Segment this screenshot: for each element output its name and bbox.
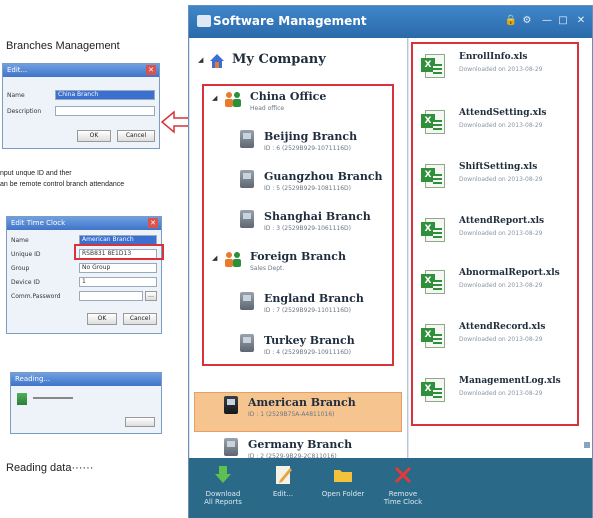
device-id-field[interactable]: 1 [79,277,157,287]
name-field[interactable]: China Branch [55,90,155,100]
tree-group-highlight [202,84,394,366]
group-label: Group [11,265,30,272]
cancel-button[interactable]: Cancel [117,130,155,142]
branch-name: American Branch [248,396,356,409]
open-folder-button[interactable]: Open Folder [313,464,373,498]
time-clock-title: Edit Time Clock [11,219,66,227]
reading-data-text: Reading data······ [6,462,94,474]
download-label-2: All Reports [204,498,242,506]
file-list-highlight [411,42,579,426]
description-label: Description [7,108,42,115]
time-clock-titlebar[interactable]: Edit Time Clock ✕ [7,217,161,230]
remove-time-clock-button[interactable]: Remove Time Clock [373,464,433,506]
lock-icon[interactable]: 🔒 [504,15,518,27]
ok-button[interactable]: OK [77,130,111,142]
app-title: Software Management [197,14,367,28]
comm-password-field[interactable] [79,291,143,301]
edit-dialog: Edit... ✕ Name China Branch Description … [2,63,160,149]
time-clock-icon [224,438,238,456]
time-clock-icon [224,396,238,414]
download-icon [17,393,27,405]
remove-icon [392,464,414,486]
branch-name: Germany Branch [248,438,353,451]
close-icon[interactable]: ✕ [574,15,588,27]
tree-item-american-branch[interactable]: American Branch ID : 1 (2529B75A-A481101… [224,396,356,418]
download-all-reports-button[interactable]: Download All Reports [193,464,253,506]
minimize-icon[interactable]: — [540,15,554,27]
edit-dialog-titlebar[interactable]: Edit... ✕ [3,64,159,77]
edit-label: Edit... [272,490,294,498]
house-icon [208,52,226,70]
branch-tree: ◢ My Company ◢ China Office Head office [190,38,408,460]
tree-item-germany-branch[interactable]: Germany Branch ID : 2 (2529-9B29-2C81101… [224,438,352,460]
software-management-window: Software Management 🔒 ⚙ — □ ✕ ◢ My Compa… [188,5,593,518]
clock-cancel-button[interactable]: Cancel [123,313,157,325]
app-logo-icon [197,15,211,27]
settings-icon[interactable]: ⚙ [520,15,534,27]
screenshot-root: Branches Management Edit... ✕ Name China… [0,0,593,518]
unique-id-label: Unique ID [11,251,41,258]
unique-id-highlight [74,244,164,260]
edit-button[interactable]: Edit... [253,464,313,498]
comm-password-label: Comm.Password [11,293,61,300]
folder-icon [332,464,354,486]
branches-heading: Branches Management [6,40,120,52]
group-select[interactable]: No Group [79,263,157,273]
name-label: Name [7,92,25,99]
hint-line-1: nput unque ID and ther [0,170,72,177]
progress-text [33,397,73,399]
reading-titlebar: Reading... [11,373,161,386]
clock-name-label: Name [11,237,29,244]
download-icon [212,464,234,486]
download-label-1: Download [205,490,241,498]
close-icon[interactable]: ✕ [146,65,156,75]
bottom-toolbar: Download All Reports Edit... Open Folder [189,458,592,518]
browse-button[interactable]: … [145,291,157,301]
expanded-icon[interactable]: ◢ [198,56,208,64]
remove-label-2: Time Clock [383,498,423,506]
company-label: My Company [232,52,326,67]
close-icon[interactable]: ✕ [148,218,158,228]
device-id-label: Device ID [11,279,40,286]
tree-item-my-company[interactable]: ◢ My Company [198,52,326,70]
maximize-icon[interactable]: □ [556,15,570,27]
scroll-indicator[interactable] [584,442,590,448]
reading-cancel-button[interactable] [125,417,155,427]
time-clock-dialog: Edit Time Clock ✕ Name American Branch U… [6,216,162,334]
branch-id: ID : 1 (2529B75A-A4811016) [248,411,335,418]
description-field[interactable] [55,106,155,116]
reading-title: Reading... [15,375,51,383]
edit-icon [272,464,294,486]
app-titlebar[interactable]: Software Management 🔒 ⚙ — □ ✕ [189,6,592,38]
report-file-list: X EnrollInfo.xls Downloaded on 2013-08-29… [409,38,592,458]
open-folder-label: Open Folder [321,490,365,498]
edit-dialog-title: Edit... [7,66,28,74]
hint-line-2: an be remote control branch attendance [0,181,125,188]
clock-ok-button[interactable]: OK [87,313,117,325]
reading-dialog: Reading... [10,372,162,434]
remove-label-1: Remove [388,490,418,498]
